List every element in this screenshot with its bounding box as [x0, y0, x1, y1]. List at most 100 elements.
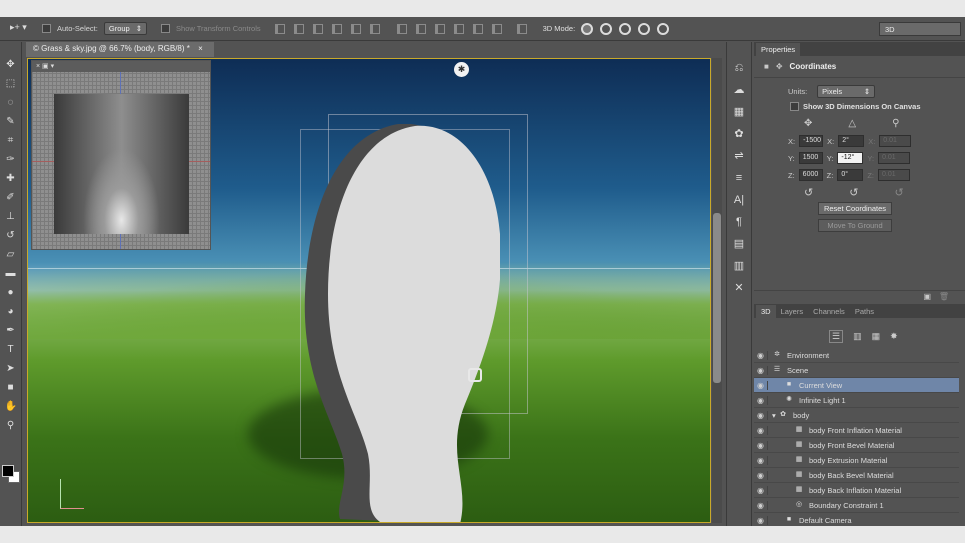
tab-channels[interactable]: Channels: [808, 305, 850, 318]
rot-z-field[interactable]: 0°: [837, 169, 864, 181]
healing-brush-icon[interactable]: ✚: [5, 172, 17, 185]
scene-tree-row[interactable]: ◉ ▦ body Front Bevel Material: [754, 438, 959, 453]
document-tab[interactable]: © Grass & sky.jpg @ 66.7% (body, RGB/8) …: [26, 42, 214, 57]
blur-tool-icon[interactable]: ●: [5, 286, 17, 299]
align-hcenter-icon[interactable]: [350, 23, 361, 34]
visibility-eye-icon[interactable]: ◉: [754, 410, 768, 420]
scene-tree-row[interactable]: ◉ ▾ ✿ body: [754, 408, 959, 423]
auto-select-dropdown[interactable]: Group ⇕: [103, 22, 148, 35]
distribute-left-icon[interactable]: [453, 23, 464, 34]
scene-tree-row[interactable]: ◉ ▦ body Back Inflation Material: [754, 483, 959, 498]
trash-icon[interactable]: 🗑: [939, 292, 949, 301]
light-filter-icon[interactable]: ✸: [890, 331, 898, 342]
lasso-tool-icon[interactable]: ◌: [5, 96, 17, 109]
info-panel-icon[interactable]: ▥: [732, 260, 746, 273]
auto-select-checkbox[interactable]: [42, 24, 51, 33]
scene-tree-row[interactable]: ◉ ☰ Scene: [754, 363, 959, 378]
visibility-eye-icon[interactable]: ◉: [754, 485, 768, 495]
history-brush-icon[interactable]: ↺: [5, 229, 17, 242]
tab-3d[interactable]: 3D: [756, 305, 776, 318]
pos-x-field[interactable]: -1500: [799, 135, 824, 147]
swatches-panel-icon[interactable]: ▦: [732, 106, 746, 119]
scale-x-field[interactable]: 0.01: [879, 135, 912, 147]
coordinates-icon[interactable]: ✥: [776, 62, 783, 71]
foreground-color-swatch[interactable]: [2, 465, 14, 477]
visibility-eye-icon[interactable]: ◉: [754, 500, 768, 510]
visibility-eye-icon[interactable]: ◉: [754, 380, 768, 390]
distribute-right-icon[interactable]: [491, 23, 502, 34]
slide-3d-icon[interactable]: [638, 22, 651, 35]
visibility-eye-icon[interactable]: ◉: [754, 425, 768, 435]
roll-3d-icon[interactable]: [600, 22, 613, 35]
reset-scale-icon[interactable]: ↺: [894, 186, 903, 199]
scale-z-field[interactable]: 0.01: [878, 169, 911, 181]
align-bottom-icon[interactable]: [312, 23, 323, 34]
3d-body-object[interactable]: [300, 124, 500, 523]
scene-tree-row[interactable]: ◉ ■ Default Camera: [754, 513, 959, 526]
move-to-ground-button[interactable]: Move To Ground: [818, 219, 892, 232]
zoom-camera-icon[interactable]: [657, 22, 670, 35]
eraser-tool-icon[interactable]: ▱: [5, 248, 17, 261]
align-right-icon[interactable]: [369, 23, 380, 34]
scrollbar-thumb[interactable]: [713, 213, 721, 383]
reset-rotation-icon[interactable]: ↺: [849, 186, 858, 199]
scene-tree-row[interactable]: ◉ ✺ Infinite Light 1: [754, 393, 959, 408]
align-top-icon[interactable]: [274, 23, 285, 34]
pan-3d-icon[interactable]: [619, 22, 632, 35]
pos-y-field[interactable]: 1500: [798, 152, 823, 164]
tools-panel-icon[interactable]: ✕: [732, 282, 746, 295]
vertical-scrollbar[interactable]: [712, 58, 722, 523]
scene-tree-row[interactable]: ◉ ▦ body Extrusion Material: [754, 453, 959, 468]
texture-preview-window[interactable]: × ▣ ▾: [31, 60, 211, 250]
distribute-bottom-icon[interactable]: [434, 23, 445, 34]
align-vcenter-icon[interactable]: [293, 23, 304, 34]
workspace-select[interactable]: 3D: [879, 22, 961, 36]
panel-options-icon[interactable]: ▣: [923, 292, 931, 301]
visibility-eye-icon[interactable]: ◉: [754, 365, 768, 375]
move-tool-icon[interactable]: ✥: [5, 58, 17, 71]
visibility-eye-icon[interactable]: ◉: [754, 440, 768, 450]
character-panel-icon[interactable]: A|: [732, 194, 746, 207]
dodge-tool-icon[interactable]: ◕: [5, 305, 17, 318]
zoom-tool-icon[interactable]: ⚲: [5, 419, 17, 432]
paragraph-styles-icon[interactable]: ≡: [732, 172, 746, 185]
brush-tool-icon[interactable]: ✐: [5, 191, 17, 204]
history-panel-icon[interactable]: ⎌: [732, 62, 746, 75]
pen-tool-icon[interactable]: ✒: [5, 324, 17, 337]
shape-tool-icon[interactable]: ■: [5, 381, 17, 394]
3d-axis-widget[interactable]: [60, 479, 84, 509]
reset-coordinates-button[interactable]: Reset Coordinates: [818, 202, 892, 215]
light-gizmo-icon[interactable]: ✱: [454, 62, 469, 77]
visibility-eye-icon[interactable]: ◉: [754, 455, 768, 465]
reset-position-icon[interactable]: ↺: [804, 186, 813, 199]
visibility-eye-icon[interactable]: ◉: [754, 470, 768, 480]
scene-tree-row[interactable]: ◉ ▦ body Front Inflation Material: [754, 423, 959, 438]
crop-tool-icon[interactable]: ⌗: [5, 134, 17, 147]
tab-layers[interactable]: Layers: [776, 305, 809, 318]
scene-tree-row[interactable]: ◉ ■ Current View: [754, 378, 959, 393]
pos-z-field[interactable]: 6000: [798, 169, 823, 181]
scale-y-field[interactable]: 0.01: [878, 152, 911, 164]
visibility-eye-icon[interactable]: ◉: [754, 395, 768, 405]
tab-paths[interactable]: Paths: [850, 305, 879, 318]
transform-controls-checkbox[interactable]: [161, 24, 171, 33]
adjustments-panel-icon[interactable]: ⇌: [732, 150, 746, 163]
quick-select-tool-icon[interactable]: ✎: [5, 115, 17, 128]
scene-tree-row[interactable]: ◉ ▦ body Back Bevel Material: [754, 468, 959, 483]
gradient-tool-icon[interactable]: ▬: [5, 267, 17, 280]
paragraph-panel-icon[interactable]: ¶: [732, 216, 746, 229]
rot-y-field[interactable]: -12°: [837, 152, 864, 164]
brush-panel-icon[interactable]: ✿: [732, 128, 746, 141]
distribute-vcenter-icon[interactable]: [415, 23, 426, 34]
align-left-icon[interactable]: [331, 23, 342, 34]
3d-panel-icon[interactable]: ☁: [732, 84, 746, 97]
rot-x-field[interactable]: 2°: [838, 135, 865, 147]
move-tool-preset-picker[interactable]: ▸+ ▾: [10, 22, 36, 36]
clone-stamp-icon[interactable]: ⊥: [5, 210, 17, 223]
material-filter-icon[interactable]: ▦: [872, 331, 881, 342]
distribute-top-icon[interactable]: [396, 23, 407, 34]
show-dims-checkbox[interactable]: [790, 102, 799, 111]
eyedropper-tool-icon[interactable]: ✑: [5, 153, 17, 166]
marquee-tool-icon[interactable]: ⬚: [5, 77, 17, 90]
visibility-eye-icon[interactable]: ◉: [754, 515, 768, 525]
